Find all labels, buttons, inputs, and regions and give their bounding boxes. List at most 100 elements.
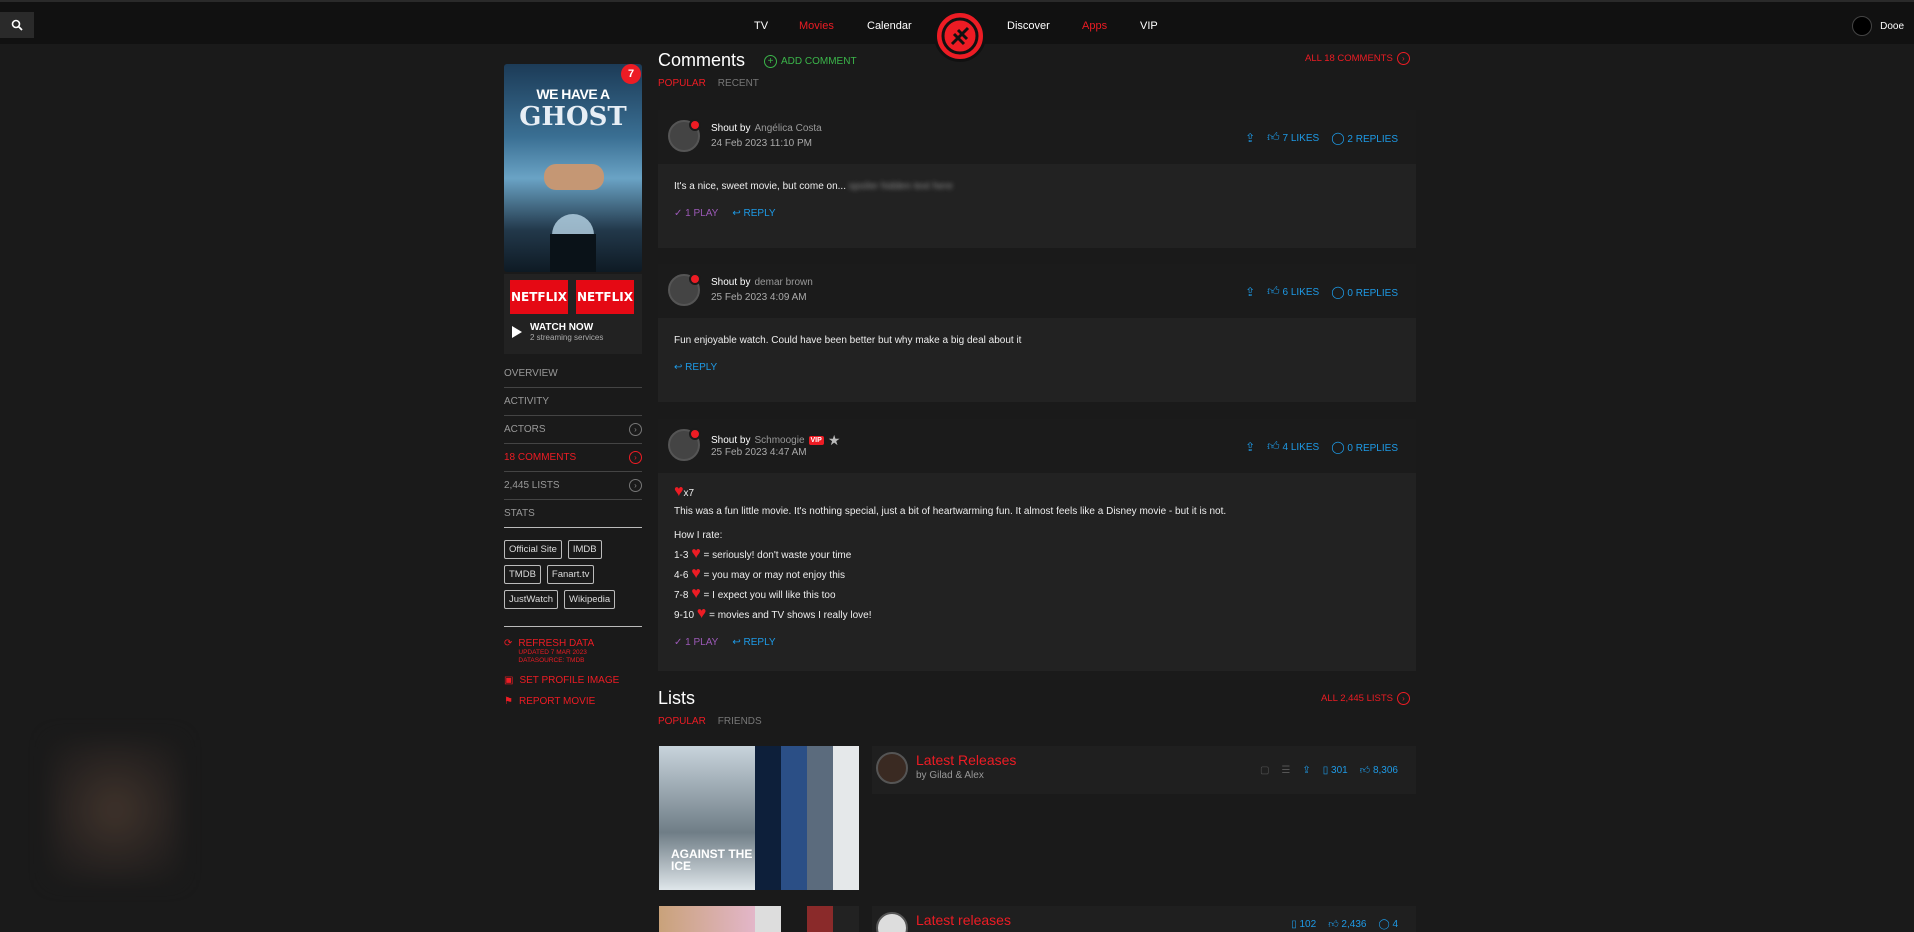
reply-button[interactable]: ↩ REPLY (732, 637, 775, 648)
avatar[interactable] (668, 428, 701, 461)
replies-button[interactable]: ◯ 0 REPLIES (1331, 440, 1398, 454)
rate-line: 4-6 ♥ = you may or may not enjoy this (674, 565, 1400, 585)
user-rating: ♥x7 (674, 483, 1400, 503)
rate-desc: = you may or may not enjoy this (703, 570, 845, 581)
author-name[interactable]: Schmoogie (754, 435, 804, 446)
report-movie-button[interactable]: ⚑ REPORT MOVIE (504, 696, 642, 707)
collection-icon[interactable]: ▢ (1260, 765, 1269, 776)
heart-icon: ♥ (691, 545, 701, 562)
plays-badge: ✓ 1 PLAY (674, 208, 719, 219)
link-fanart[interactable]: Fanart.tv (546, 565, 595, 584)
chevron-right-icon: › (629, 423, 642, 436)
nav-calendar[interactable]: Calendar (867, 20, 912, 32)
comment-card: Shout by Angélica Costa 24 Feb 2023 11:1… (658, 110, 1416, 248)
author-name[interactable]: demar brown (754, 277, 812, 288)
vip-badge: VIP (808, 436, 824, 445)
search-button[interactable] (0, 12, 34, 38)
sidebar-item-label: OVERVIEW (504, 368, 558, 379)
link-justwatch[interactable]: JustWatch (504, 590, 558, 609)
comment-date: 25 Feb 2023 4:09 AM (711, 292, 807, 303)
share-icon[interactable]: ⇪ (1245, 440, 1255, 454)
link-wikipedia[interactable]: Wikipedia (564, 590, 616, 609)
watch-now-button[interactable]: WATCH NOW 2 streaming services (512, 322, 603, 342)
datasource-label: DATASOURCE: TMDB (518, 657, 585, 664)
comment-text: It's a nice, sweet movie, but come on... (674, 181, 846, 192)
spoiler-text[interactable]: spoiler hidden text here (849, 181, 953, 192)
nav-movies[interactable]: Movies (799, 20, 834, 32)
nav-vip[interactable]: VIP (1140, 20, 1158, 32)
list-thumbnail[interactable] (659, 906, 859, 932)
tab-friends[interactable]: FRIENDS (718, 716, 762, 727)
list-likes[interactable]: 👍︎ 2,436 (1328, 918, 1366, 930)
avatar (1852, 16, 1873, 36)
sidebar-item-lists[interactable]: 2,445 LISTS › (504, 472, 642, 500)
sidebar-item-activity[interactable]: ACTIVITY (504, 388, 642, 416)
add-comment-button[interactable]: + ADD COMMENT (764, 55, 857, 68)
trakt-logo[interactable] (934, 10, 986, 62)
share-icon[interactable]: ⇪ (1245, 285, 1255, 299)
nav-apps[interactable]: Apps (1082, 20, 1107, 32)
sidebar-item-comments[interactable]: 18 COMMENTS › (504, 444, 642, 472)
watch-now-label: WATCH NOW (530, 322, 594, 333)
list-thumbnail[interactable]: AGAINST THE ICE (659, 746, 859, 890)
speech-bubble-icon: ◯ (1331, 439, 1345, 454)
author-name[interactable]: Angélica Costa (754, 123, 821, 134)
set-profile-image-button[interactable]: ▣ SET PROFILE IMAGE (504, 675, 642, 686)
tab-recent[interactable]: RECENT (718, 78, 759, 89)
comment-card: Shout by demar brown 25 Feb 2023 4:09 AM… (658, 264, 1416, 402)
likes-button[interactable]: 👍︎ 4 LIKES (1267, 439, 1319, 454)
list-card[interactable]: Latest Releases by Gilad & Alex ▢ ☰ ⇪ ▯ … (872, 746, 1416, 794)
poster-thumb (781, 746, 807, 890)
user-menu[interactable]: Dooe (1852, 16, 1904, 36)
movie-poster[interactable]: WE HAVE A GHOST (504, 64, 642, 272)
list-likes[interactable]: 👍︎ 8,306 (1360, 764, 1398, 776)
avatar[interactable] (668, 273, 701, 306)
reply-label: REPLY (743, 637, 776, 648)
replies-button[interactable]: ◯ 0 REPLIES (1331, 285, 1398, 299)
share-icon[interactable]: ⇪ (1302, 765, 1310, 776)
sidebar-item-overview[interactable]: OVERVIEW (504, 360, 642, 388)
comment-text: This was a fun little movie. It's nothin… (674, 506, 1227, 517)
list-name[interactable]: Latest releases (916, 912, 1011, 928)
rate-range: 4-6 (674, 570, 689, 581)
list-card[interactable]: Latest releases ▯ 102 👍︎ 2,436 ◯ 4 (872, 906, 1416, 932)
nav-discover[interactable]: Discover (1007, 20, 1050, 32)
reply-button[interactable]: ↩ REPLY (674, 362, 717, 373)
speech-bubble-icon: ◯ (1378, 918, 1390, 930)
netflix-button[interactable]: NETFLIX (510, 280, 568, 314)
refresh-data-button[interactable]: ⟳ REFRESH DATA UPDATED 7 MAR 2023 DATASO… (504, 638, 642, 665)
netflix-button[interactable]: NETFLIX (576, 280, 634, 314)
list-likes-value: 8,306 (1372, 765, 1398, 776)
plays-badge: ✓ 1 PLAY (674, 637, 719, 648)
watchlist-icon[interactable]: ☰ (1281, 765, 1290, 776)
sidebar-item-stats[interactable]: STATS (504, 500, 642, 528)
tab-popular[interactable]: POPULAR (658, 716, 706, 727)
list-meta: ▯ 102 👍︎ 2,436 ◯ 4 (1291, 918, 1398, 931)
likes-button[interactable]: 👍︎ 7 LIKES (1267, 130, 1319, 145)
background-blur (50, 740, 180, 880)
thumbs-up-icon: 👍︎ (1267, 284, 1280, 298)
link-imdb[interactable]: IMDB (567, 540, 602, 559)
thumbs-up-icon: 👍︎ (1267, 439, 1280, 453)
replies-button[interactable]: ◯ 2 REPLIES (1331, 131, 1398, 145)
likes-button[interactable]: 👍︎ 6 LIKES (1267, 284, 1319, 299)
list-name[interactable]: Latest Releases (916, 752, 1016, 768)
rate-line: 7-8 ♥ = I expect you will like this too (674, 585, 1400, 605)
link-tmdb[interactable]: TMDB (504, 565, 541, 584)
rate-desc: = I expect you will like this too (703, 590, 836, 601)
rate-range: 7-8 (674, 590, 689, 601)
tab-popular[interactable]: POPULAR (658, 78, 706, 89)
sidebar-item-actors[interactable]: ACTORS › (504, 416, 642, 444)
comment-meta: ⇪ 👍︎ 6 LIKES ◯ 0 REPLIES (1245, 284, 1398, 299)
all-comments-link[interactable]: ALL 18 COMMENTS › (1305, 52, 1410, 65)
poster-thumb: AGAINST THE ICE (659, 746, 755, 890)
nav-tv[interactable]: TV (754, 20, 768, 32)
reply-button[interactable]: ↩ REPLY (732, 208, 775, 219)
all-lists-link[interactable]: ALL 2,445 LISTS › (1321, 692, 1411, 705)
avatar[interactable] (668, 119, 701, 152)
rate-range: 1-3 (674, 550, 689, 561)
share-icon[interactable]: ⇪ (1245, 131, 1255, 145)
sidebar-item-label: ACTORS (504, 424, 546, 435)
list-comments[interactable]: ◯ 4 (1378, 919, 1398, 930)
link-official-site[interactable]: Official Site (504, 540, 562, 559)
